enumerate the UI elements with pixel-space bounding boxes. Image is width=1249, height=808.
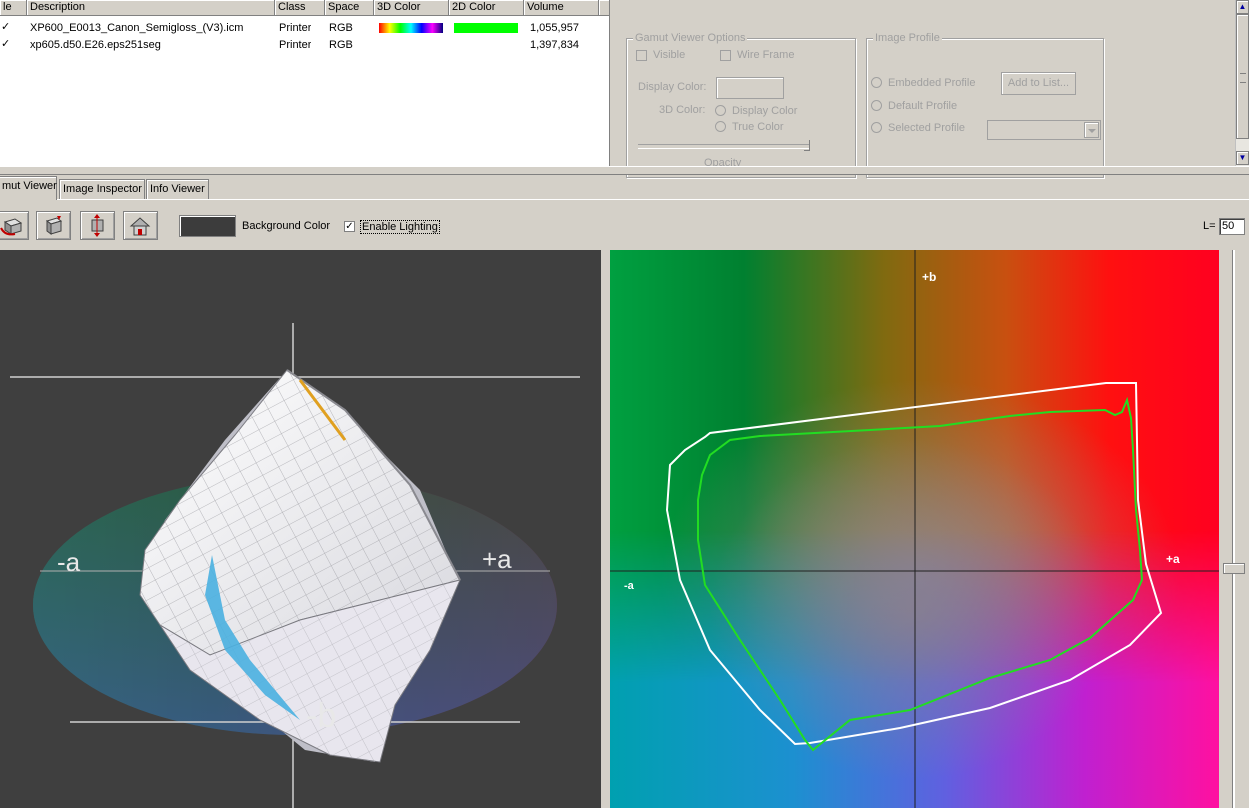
- gamut-outline-white: [665, 382, 1163, 746]
- axis-label-minus-a-2d: -a: [624, 580, 635, 592]
- tab-info-viewer[interactable]: Info Viewer: [146, 179, 209, 199]
- enable-lighting-checkbox[interactable]: ✓: [344, 221, 355, 232]
- l-value-input[interactable]: 50: [1219, 218, 1245, 235]
- display-color-radio[interactable]: [715, 105, 726, 116]
- column-header-class[interactable]: Class: [275, 0, 325, 16]
- row-volume: 1,055,957: [530, 22, 579, 34]
- home-view-button[interactable]: [123, 211, 158, 240]
- rotate-view-button[interactable]: [0, 211, 29, 240]
- true-color-radio[interactable]: [715, 121, 726, 132]
- gamut-viewer-options-title: Gamut Viewer Options: [633, 32, 748, 44]
- horizontal-splitter[interactable]: [0, 166, 1249, 175]
- display-color-radio-label: Display Color: [732, 105, 798, 117]
- row-space: RGB: [329, 22, 353, 34]
- true-color-radio-label: True Color: [732, 121, 784, 133]
- row-volume: 1,397,834: [530, 39, 579, 51]
- table-row[interactable]: ✓ XP600_E0013_Canon_Semigloss_(V3).icm P…: [0, 21, 609, 36]
- axis-label-plus-b: +b: [922, 270, 936, 284]
- enable-lighting-label[interactable]: Enable Lighting: [360, 220, 440, 234]
- 3d-color-label: 3D Color:: [659, 104, 706, 116]
- default-profile-label: Default Profile: [888, 100, 958, 112]
- cube-icon: [45, 216, 63, 235]
- column-header-space[interactable]: Space: [325, 0, 374, 16]
- column-header-2d-color[interactable]: 2D Color: [449, 0, 524, 16]
- image-profile-title: Image Profile: [873, 32, 942, 44]
- column-header-description[interactable]: Description: [27, 0, 275, 16]
- column-header-check[interactable]: le: [0, 0, 27, 16]
- row-visible-check[interactable]: ✓: [1, 20, 10, 33]
- embedded-profile-label: Embedded Profile: [888, 77, 976, 89]
- default-profile-radio[interactable]: [871, 100, 882, 111]
- home-icon: [129, 217, 151, 236]
- background-color-label: Background Color: [242, 220, 331, 232]
- row-3d-color-swatch[interactable]: [379, 23, 443, 33]
- row-class: Printer: [279, 39, 312, 51]
- opacity-slider-track[interactable]: [638, 144, 810, 149]
- add-to-list-button[interactable]: Add to List...: [1001, 72, 1076, 95]
- l-slider-thumb[interactable]: [1223, 563, 1245, 574]
- row-description: XP600_E0013_Canon_Semigloss_(V3).icm: [30, 22, 244, 34]
- selected-profile-dropdown[interactable]: [987, 120, 1101, 140]
- move-arrows-icon: [91, 214, 104, 237]
- scroll-down-icon[interactable]: ▼: [1236, 151, 1249, 165]
- scroll-up-icon[interactable]: ▲: [1236, 0, 1249, 14]
- move-view-button[interactable]: [80, 211, 115, 240]
- background-color-button[interactable]: [179, 215, 236, 237]
- table-row[interactable]: ✓ xp605.d50.E26.eps251seg Printer RGB 1,…: [0, 38, 609, 53]
- profile-list[interactable]: le Description Class Space 3D Color 2D C…: [0, 0, 609, 166]
- wire-frame-label: Wire Frame: [737, 49, 795, 61]
- tab-image-inspector[interactable]: Image Inspector: [59, 179, 145, 199]
- row-2d-color-swatch[interactable]: [454, 23, 518, 33]
- gamut-3d-render: -a +a -b: [10, 323, 580, 808]
- row-class: Printer: [279, 22, 312, 34]
- visible-label: Visible: [653, 49, 686, 61]
- cube-view-button[interactable]: [36, 211, 71, 240]
- selected-profile-radio[interactable]: [871, 122, 882, 133]
- scrollbar-thumb[interactable]: [1236, 14, 1249, 139]
- column-header-volume[interactable]: Volume: [524, 0, 599, 16]
- rotate-cube-icon: [0, 218, 23, 236]
- gamut-2d-plot: +b -a +a: [610, 250, 1219, 808]
- selected-profile-label: Selected Profile: [888, 122, 966, 134]
- options-panel: Gamut Viewer Options Visible Wire Frame …: [615, 0, 1235, 178]
- row-description: xp605.d50.E26.eps251seg: [30, 39, 161, 51]
- display-color-label: Display Color:: [638, 81, 707, 93]
- axis-label-minus-b: -b: [306, 697, 336, 735]
- wire-frame-checkbox[interactable]: [720, 50, 731, 61]
- axis-label-plus-a-2d: +a: [1166, 552, 1180, 566]
- display-color-button[interactable]: [716, 77, 784, 99]
- visible-checkbox[interactable]: [636, 50, 647, 61]
- l-value-label: L=: [1203, 220, 1216, 232]
- axis-label-minus-a: -a: [57, 547, 81, 577]
- chevron-down-icon[interactable]: [1084, 122, 1099, 138]
- column-header-filler: [599, 0, 609, 16]
- opacity-slider-thumb[interactable]: [804, 140, 810, 151]
- tab-gamut-viewer[interactable]: mut Viewer: [0, 176, 57, 200]
- row-visible-check[interactable]: ✓: [1, 37, 10, 50]
- axis-label-plus-a: +a: [482, 544, 512, 574]
- tab-strip-line: [0, 199, 1249, 200]
- row-space: RGB: [329, 39, 353, 51]
- column-header-3d-color[interactable]: 3D Color: [374, 0, 449, 16]
- grip-icon: [1240, 73, 1246, 83]
- view-divider: [601, 250, 610, 808]
- embedded-profile-radio[interactable]: [871, 77, 882, 88]
- gamut-3d-view[interactable]: -a +a -b: [0, 250, 601, 808]
- l-slider-track[interactable]: [1232, 250, 1235, 808]
- gamut-outline-green: [697, 396, 1144, 752]
- options-scrollbar[interactable]: ▲ ▼: [1235, 0, 1249, 166]
- gamut-2d-view[interactable]: +b -a +a: [610, 250, 1219, 808]
